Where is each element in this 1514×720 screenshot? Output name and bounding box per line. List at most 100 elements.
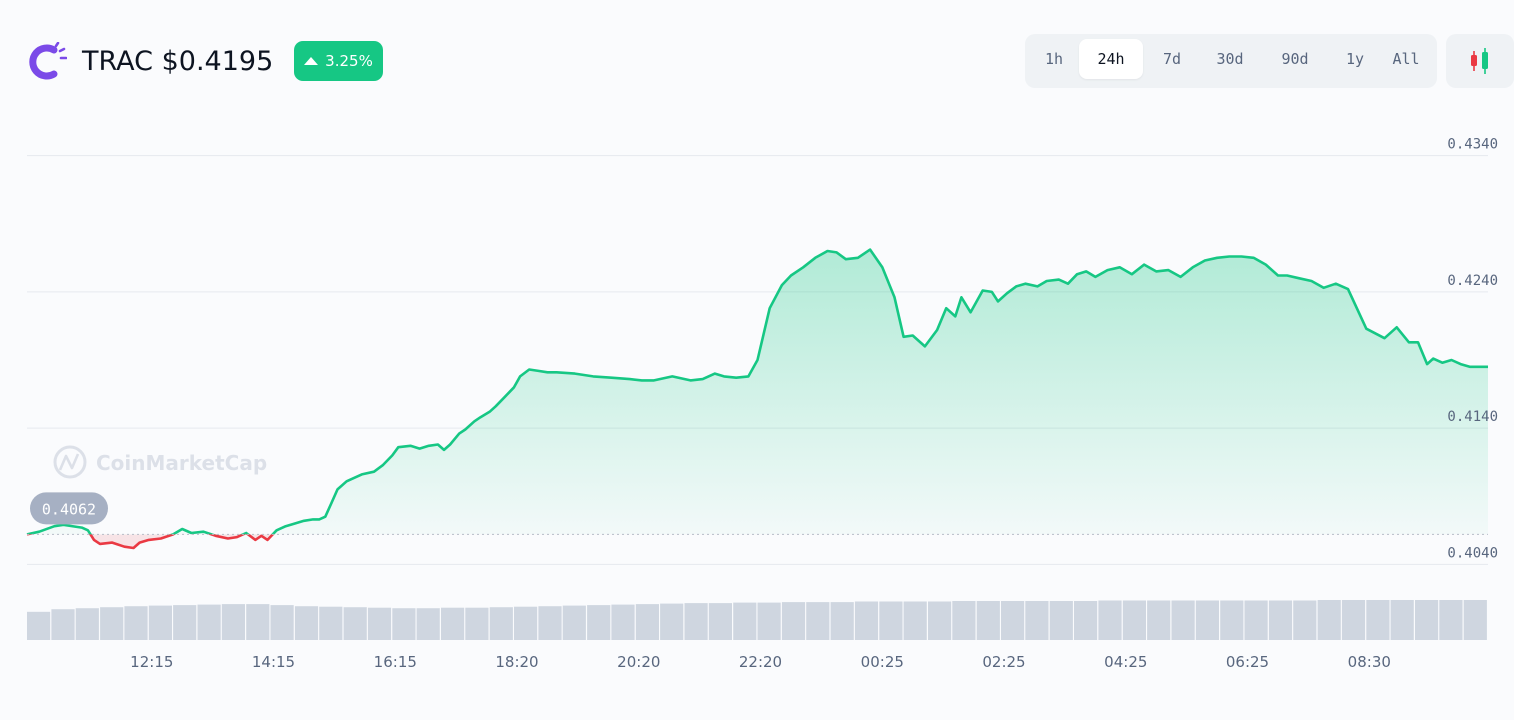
price-chart: CoinMarketCap 0.4062 0.4040 0.4140 0.4240 0… [26, 137, 1498, 671]
volume-bar [124, 606, 148, 640]
volume-bar [952, 601, 976, 640]
header: TRAC $0.4195 3.25% 1h 24h 7d 30d 90d 1y … [0, 0, 1514, 100]
volume-bar [1171, 600, 1195, 640]
volume-bar [1074, 601, 1098, 640]
watermark-text: CoinMarketCap [96, 451, 267, 475]
change-value: 3.25% [325, 52, 373, 70]
change-badge: 3.25% [294, 41, 383, 81]
volume-bar [976, 601, 1000, 640]
volume-bar [51, 609, 75, 640]
volume-bar [684, 603, 708, 640]
x-tick-label: 02:25 [982, 653, 1025, 671]
volume-bar [660, 603, 684, 640]
volume-bar [319, 606, 343, 640]
volume-bar [781, 602, 806, 640]
range-24h-button[interactable]: 24h [1079, 39, 1143, 79]
candlestick-toggle-button[interactable] [1446, 34, 1514, 88]
volume-bar [562, 605, 586, 640]
volume-bars [27, 600, 1487, 640]
volume-bar [1098, 600, 1122, 640]
volume-bar [392, 608, 416, 640]
x-tick-label: 18:20 [495, 653, 538, 671]
y-tick-label: 0.4040 [1447, 545, 1498, 561]
volume-bar [100, 607, 124, 640]
x-tick-label: 12:15 [130, 653, 173, 671]
volume-bar [1147, 600, 1171, 640]
volume-bar [27, 611, 51, 640]
volume-bar [708, 603, 732, 640]
volume-bar [416, 608, 440, 640]
volume-bar [75, 608, 99, 640]
trac-logo-icon [29, 42, 67, 80]
volume-bar [1317, 600, 1341, 640]
volume-bar [1390, 600, 1414, 640]
volume-bar [1463, 600, 1487, 640]
volume-bar [830, 602, 854, 640]
range-1y-button[interactable]: 1y [1331, 39, 1379, 79]
volume-bar [270, 605, 294, 640]
volume-bar [1268, 600, 1293, 640]
volume-bar [465, 607, 489, 640]
volume-bar [246, 604, 270, 640]
y-tick-label: 0.4340 [1447, 137, 1498, 153]
volume-bar [367, 607, 392, 640]
range-30d-button[interactable]: 30d [1201, 39, 1259, 79]
volume-bar [1122, 600, 1146, 640]
y-tick-label: 0.4240 [1447, 273, 1498, 289]
volume-bar [538, 606, 562, 640]
volume-bar [173, 605, 197, 640]
volume-bar [148, 605, 172, 640]
volume-bar [441, 607, 465, 640]
range-7d-button[interactable]: 7d [1149, 39, 1195, 79]
range-all-button[interactable]: All [1383, 39, 1429, 79]
volume-bar [1415, 600, 1439, 640]
range-1h-button[interactable]: 1h [1030, 39, 1078, 79]
volume-bar [343, 607, 367, 640]
volume-bar [1001, 601, 1025, 640]
x-tick-label: 06:25 [1226, 653, 1269, 671]
volume-bar [1366, 600, 1390, 640]
volume-bar [611, 604, 635, 640]
x-axis: 12:15 14:15 16:15 18:20 20:20 22:20 00:25 02:25… [130, 653, 1391, 671]
candlestick-chart-icon [1471, 48, 1488, 74]
volume-bar [1049, 601, 1073, 640]
symbol: TRAC [82, 46, 154, 77]
volume-bar [1341, 600, 1366, 640]
time-range-selector: 1h 24h 7d 30d 90d 1y All [1025, 34, 1437, 88]
x-tick-label: 08:30 [1348, 653, 1391, 671]
page-title: TRAC $0.4195 [82, 44, 273, 80]
range-90d-button[interactable]: 90d [1265, 39, 1325, 79]
volume-bar [221, 604, 245, 640]
volume-bar [197, 604, 221, 640]
volume-bar [733, 602, 757, 640]
x-tick-label: 04:25 [1104, 653, 1147, 671]
x-tick-label: 20:20 [617, 653, 660, 671]
volume-bar [1439, 600, 1463, 640]
volume-bar [806, 602, 830, 640]
x-tick-label: 16:15 [374, 653, 417, 671]
triangle-up-icon [304, 56, 319, 65]
volume-bar [294, 606, 319, 640]
watermark: CoinMarketCap [53, 445, 267, 479]
price-area-fill-up [27, 249, 1488, 535]
volume-bar [879, 601, 903, 640]
x-tick-label: 14:15 [252, 653, 295, 671]
volume-bar [1293, 600, 1317, 640]
volume-bar [1244, 600, 1268, 640]
x-tick-label: 00:25 [861, 653, 904, 671]
price-area [26, 248, 1488, 550]
volume-bar [587, 605, 611, 640]
volume-bar [635, 604, 659, 640]
x-tick-label: 22:20 [739, 653, 782, 671]
volume-bar [489, 607, 513, 640]
price: $0.4195 [161, 46, 274, 77]
volume-bar [514, 606, 538, 640]
y-tick-label: 0.4140 [1447, 409, 1498, 425]
volume-bar [903, 601, 927, 640]
volume-bar [854, 601, 879, 640]
baseline-label: 0.4062 [42, 500, 96, 518]
volume-bar [1195, 600, 1219, 640]
volume-bar [757, 602, 781, 640]
volume-bar [1220, 600, 1244, 640]
volume-bar [1025, 601, 1049, 640]
